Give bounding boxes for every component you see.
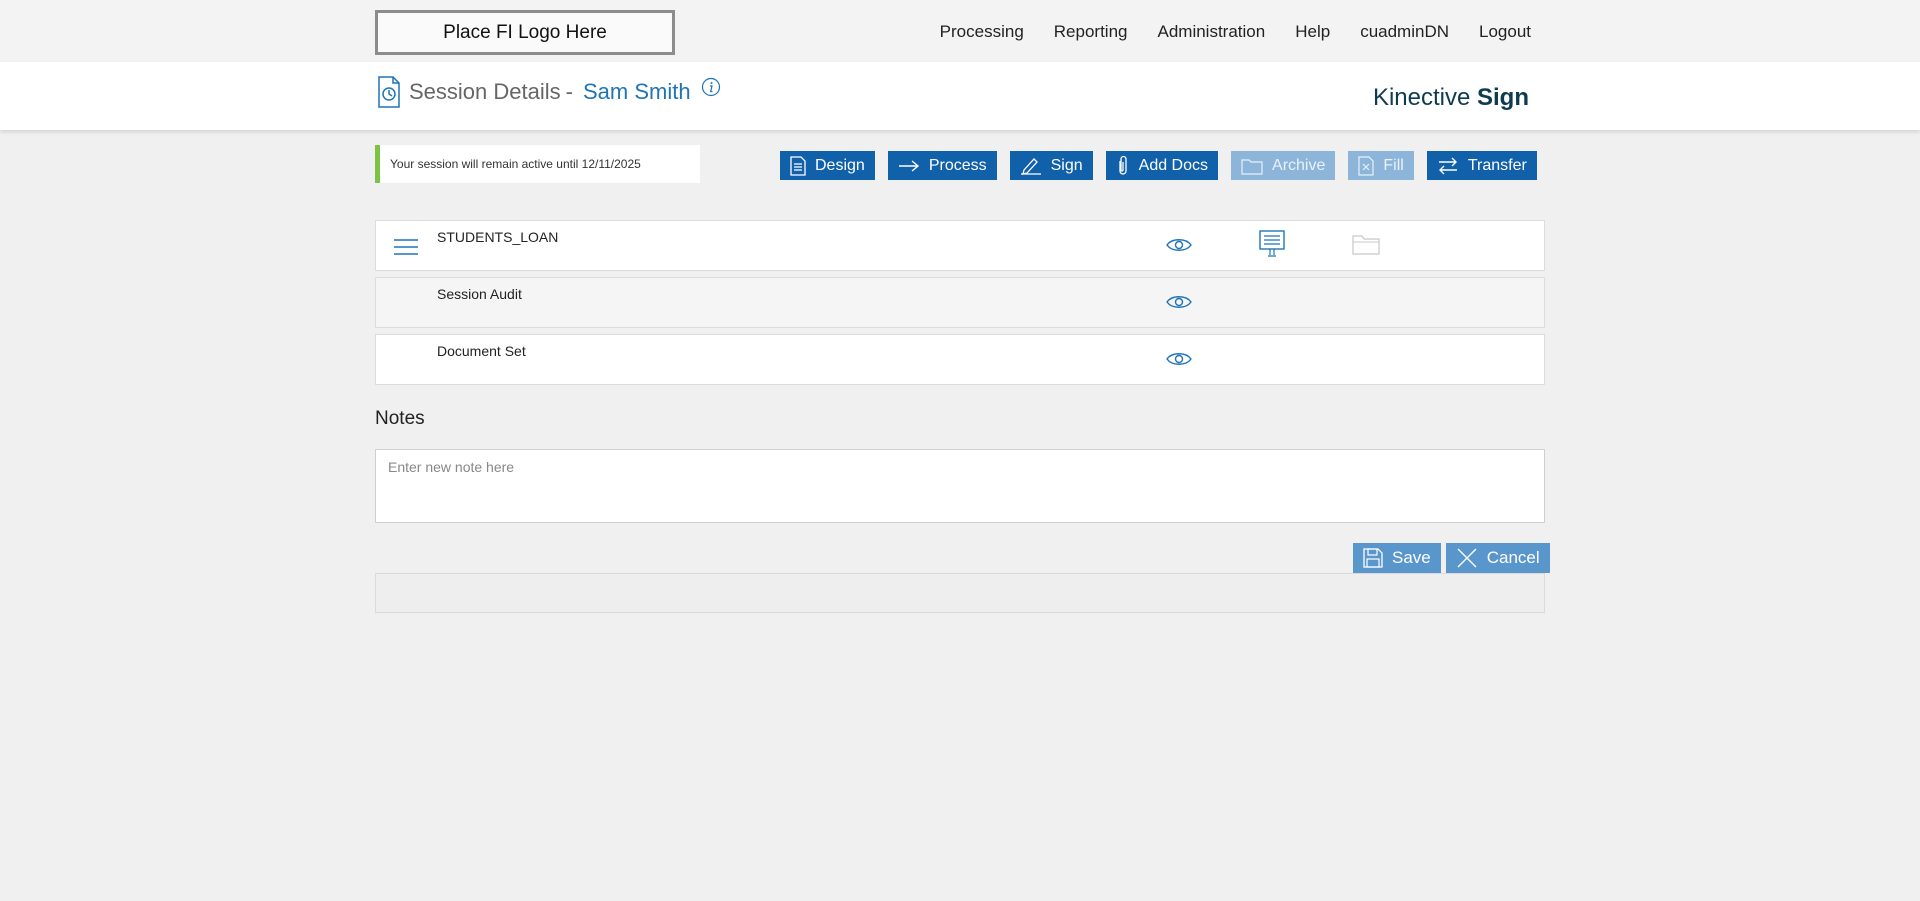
notes-list — [375, 573, 1545, 613]
notes-heading: Notes — [375, 408, 425, 429]
pen-icon — [1020, 157, 1041, 175]
session-expiry-notice: Your session will remain active until 12… — [375, 145, 700, 183]
document-row: STUDENTS_LOAN — [375, 220, 1545, 271]
save-icon — [1363, 548, 1383, 568]
nav-user-account[interactable]: cuadminDN — [1360, 22, 1449, 42]
new-note-input[interactable] — [375, 449, 1545, 523]
close-icon — [1457, 548, 1477, 568]
title-separator: - — [565, 79, 573, 104]
sign-button[interactable]: Sign — [1009, 151, 1093, 180]
transfer-button[interactable]: Transfer — [1426, 151, 1537, 180]
transfer-arrows-icon — [1438, 157, 1457, 174]
top-nav: Processing Reporting Administration Help… — [910, 22, 1531, 42]
document-list-icon — [790, 155, 806, 176]
eye-icon[interactable] — [1166, 350, 1192, 368]
process-button-label: Process — [928, 156, 987, 174]
info-icon[interactable] — [701, 77, 721, 97]
menu-icon[interactable] — [393, 238, 419, 256]
add-docs-button-label: Add Docs — [1138, 156, 1209, 174]
sign-button-label: Sign — [1050, 156, 1083, 174]
nav-help[interactable]: Help — [1295, 22, 1330, 42]
session-user-name[interactable]: Sam Smith — [583, 79, 691, 105]
page-header: Session Details - Sam Smith Kinective Si… — [0, 62, 1920, 130]
archive-button-label: Archive — [1272, 156, 1326, 174]
nav-processing[interactable]: Processing — [940, 22, 1024, 42]
session-action-toolbar: Design Process Sign Add Docs Archive Fil… — [780, 151, 1550, 180]
document-row: Session Audit — [375, 277, 1545, 328]
form-icon — [1358, 155, 1374, 176]
folder-icon — [1241, 158, 1263, 175]
document-name: Session Audit — [437, 286, 522, 302]
fill-button[interactable]: Fill — [1348, 151, 1414, 180]
eye-icon[interactable] — [1166, 236, 1192, 254]
save-note-button[interactable]: Save — [1353, 543, 1441, 573]
cancel-note-button-label: Cancel — [1486, 548, 1540, 567]
nav-reporting[interactable]: Reporting — [1054, 22, 1128, 42]
top-bar: Place FI Logo Here Processing Reporting … — [0, 0, 1920, 62]
nav-logout[interactable]: Logout — [1479, 22, 1531, 42]
page-title: Session Details — [409, 79, 561, 104]
add-docs-button[interactable]: Add Docs — [1105, 151, 1219, 180]
brand-name-bold: Sign — [1477, 84, 1529, 111]
nav-administration[interactable]: Administration — [1158, 22, 1266, 42]
archive-button[interactable]: Archive — [1231, 151, 1336, 180]
brand-name-light: Kinective — [1372, 84, 1471, 111]
monitor-icon[interactable] — [1259, 230, 1285, 258]
design-button-label: Design — [815, 156, 865, 174]
session-history-icon — [378, 76, 400, 108]
process-button[interactable]: Process — [887, 151, 997, 180]
transfer-button-label: Transfer — [1467, 156, 1527, 174]
logo-placeholder: Place FI Logo Here — [375, 10, 675, 55]
page-title-group: Session Details - Sam Smith — [377, 76, 721, 108]
brand-logo: Kinective Sign — [1373, 84, 1529, 112]
fill-button-label: Fill — [1383, 156, 1404, 174]
cancel-note-button[interactable]: Cancel — [1445, 543, 1550, 573]
note-actions: Save Cancel — [1353, 543, 1550, 573]
document-row: Document Set — [375, 334, 1545, 385]
document-name: Document Set — [437, 343, 526, 359]
paperclip-icon — [1118, 155, 1127, 175]
arrow-right-icon — [898, 159, 919, 172]
save-note-button-label: Save — [1392, 548, 1431, 567]
eye-icon[interactable] — [1166, 293, 1192, 311]
document-name: STUDENTS_LOAN — [437, 229, 559, 245]
folder-icon[interactable] — [1352, 233, 1380, 255]
design-button[interactable]: Design — [780, 151, 875, 180]
